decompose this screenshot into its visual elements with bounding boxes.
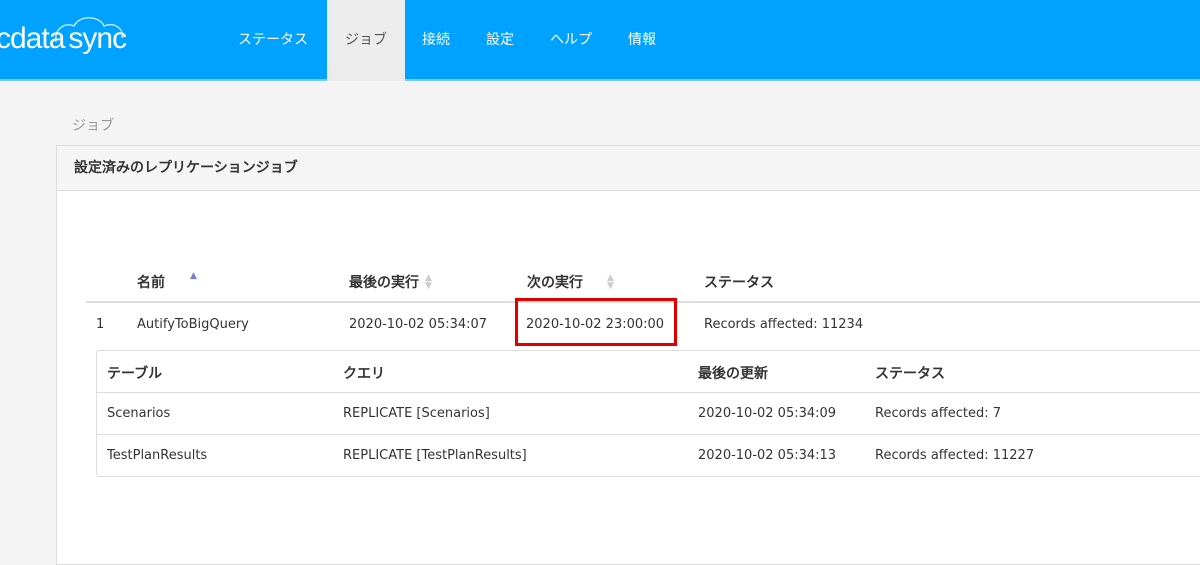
highlight-box (515, 298, 677, 346)
row-index: 1 (96, 317, 105, 332)
table-updated: 2020-10-02 05:34:13 (698, 448, 837, 463)
table-status: Records affected: 7 (875, 406, 1002, 421)
panel-title: 設定済みのレプリケーションジョブ (57, 146, 1200, 191)
col-updated: 最後の更新 (698, 366, 768, 382)
last-run: 2020-10-02 05:34:07 (349, 317, 488, 332)
divider (97, 392, 1200, 393)
divider (97, 434, 1200, 435)
sort-icon[interactable]: ▲ ▼ (607, 274, 614, 291)
col-next-run[interactable]: 次の実行 (527, 272, 583, 292)
table-name: Scenarios (107, 406, 171, 421)
cloud-icon (55, 17, 123, 43)
table-query: REPLICATE [TestPlanResults] (343, 448, 527, 463)
sort-icon[interactable]: ▲ ▼ (425, 274, 432, 291)
job-name[interactable]: AutifyToBigQuery (137, 317, 249, 332)
nav-settings[interactable]: 設定 (472, 0, 528, 81)
table-query: REPLICATE [Scenarios] (343, 406, 490, 421)
nav-connections[interactable]: 接続 (408, 0, 464, 81)
nav-info[interactable]: 情報 (614, 0, 670, 81)
nav-jobs[interactable]: ジョブ (327, 0, 405, 81)
col-query: クエリ (343, 366, 385, 382)
nav-status[interactable]: ステータス (224, 0, 322, 81)
col-name[interactable]: 名前 (137, 272, 165, 292)
col-status: ステータス (875, 366, 945, 382)
nav-help[interactable]: ヘルプ (536, 0, 606, 81)
logo[interactable]: cdata sync (0, 17, 127, 56)
breadcrumb: ジョブ (72, 118, 114, 134)
job-status: Records affected: 11234 (704, 317, 864, 332)
table-updated: 2020-10-02 05:34:09 (698, 406, 837, 421)
top-nav: cdata sync ステータス ジョブ 接続 設定 ヘルプ 情報 (0, 0, 1200, 81)
table-name: TestPlanResults (107, 448, 208, 463)
table-details: テーブル クエリ 最後の更新 ステータス Scenarios REPLICATE… (96, 350, 1200, 477)
table-status: Records affected: 11227 (875, 448, 1035, 463)
sort-asc-icon[interactable]: ▲ (190, 272, 197, 281)
col-table: テーブル (107, 366, 163, 382)
col-last-run[interactable]: 最後の実行 (349, 272, 419, 292)
col-status: ステータス (704, 275, 774, 291)
